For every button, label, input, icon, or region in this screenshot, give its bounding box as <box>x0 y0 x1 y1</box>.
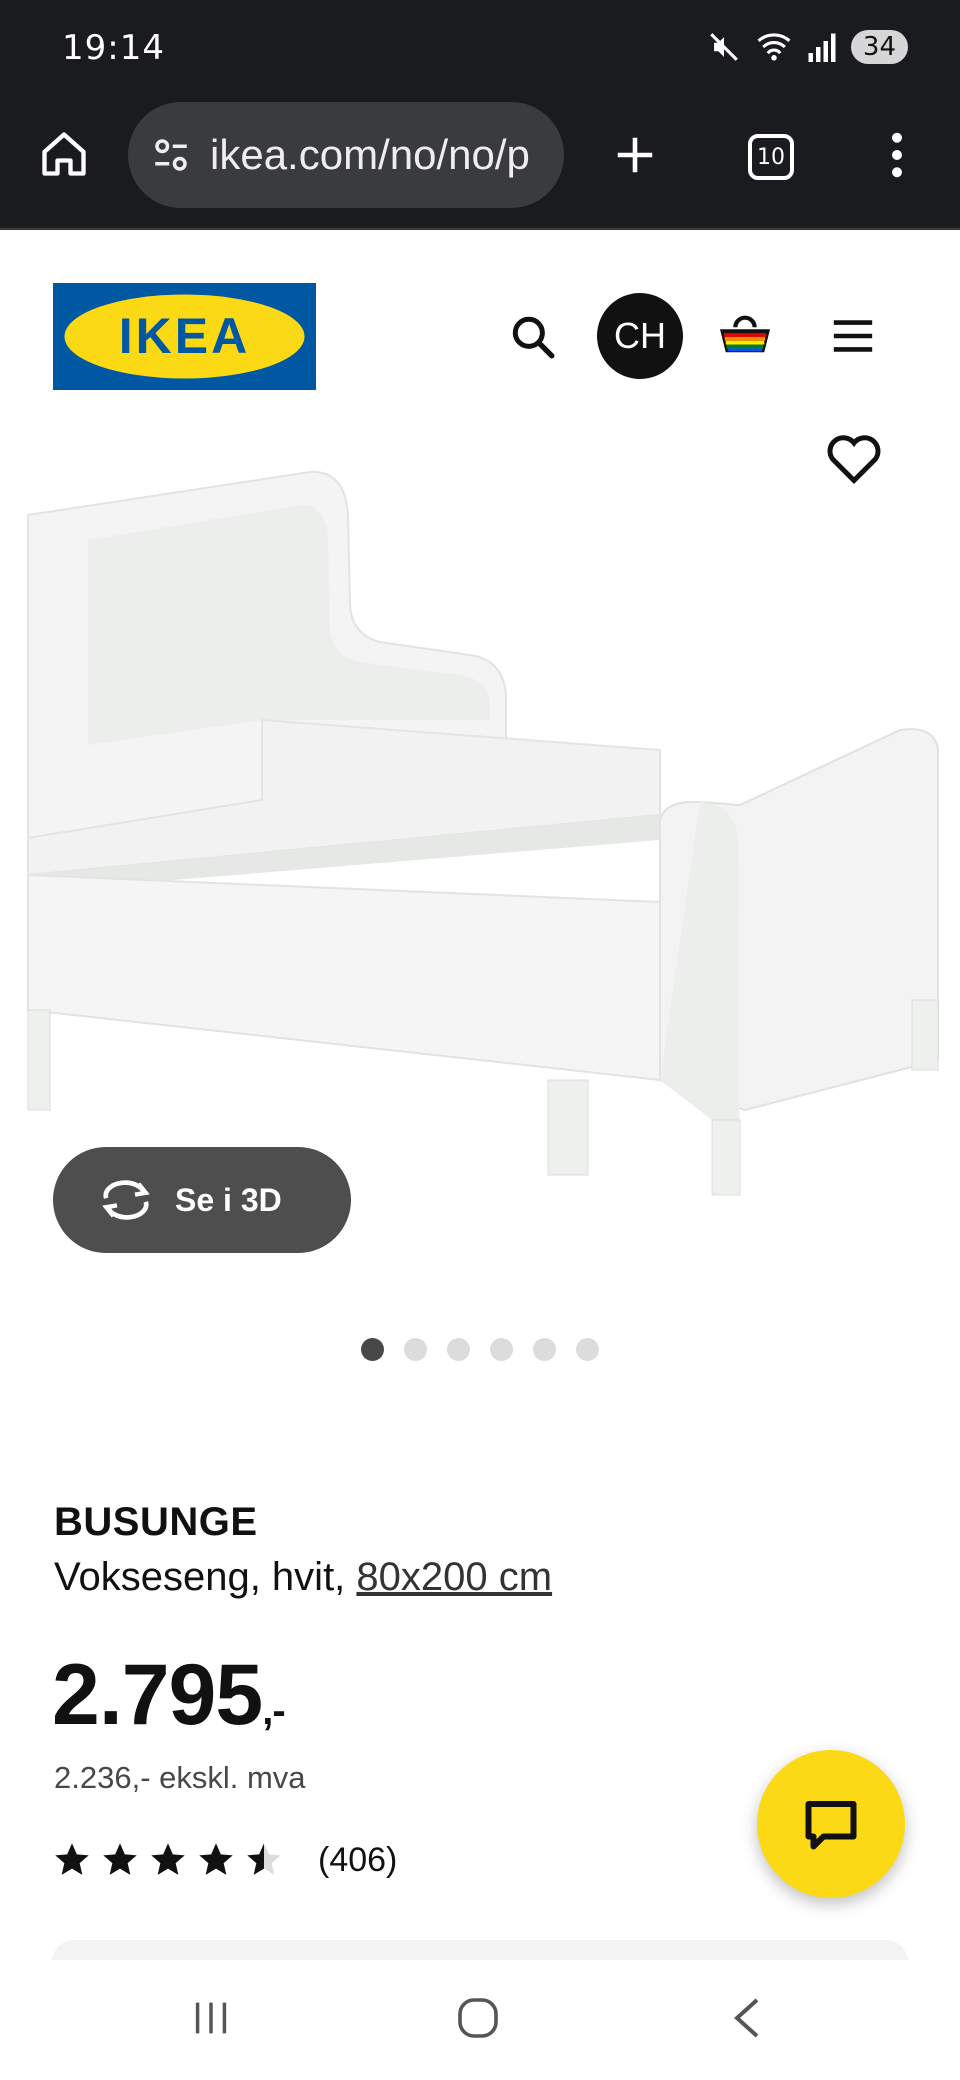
star-icon <box>247 1843 281 1875</box>
tune-icon[interactable] <box>150 134 192 176</box>
star-icon <box>103 1843 137 1875</box>
more-vert-icon[interactable] <box>872 128 922 182</box>
hamburger-icon[interactable] <box>830 316 876 356</box>
system-nav-bar <box>0 1960 960 2080</box>
home-nav-icon[interactable] <box>443 1988 513 2048</box>
status-time: 19:14 <box>62 28 165 68</box>
tab-switcher-button[interactable]: 10 <box>744 130 798 184</box>
plus-icon[interactable] <box>610 130 660 180</box>
url-text: ikea.com/no/no/p <box>210 131 530 178</box>
carousel-dot[interactable] <box>447 1338 470 1361</box>
heart-icon[interactable] <box>824 428 884 488</box>
chat-icon <box>805 1801 857 1850</box>
site-header: IKEA CH <box>0 232 960 412</box>
wifi-icon <box>757 33 791 61</box>
product-name: BUSUNGE <box>54 1500 258 1544</box>
size-link[interactable]: 80x200 cm <box>356 1555 552 1599</box>
basket-icon[interactable] <box>716 310 774 360</box>
mute-icon <box>710 33 738 61</box>
product-description-text: Vokseseng, hvit, <box>54 1555 357 1599</box>
carousel-dot[interactable] <box>533 1338 556 1361</box>
battery-indicator: 34 <box>850 30 908 64</box>
rating[interactable]: (406) <box>52 1840 397 1880</box>
price-suffix: ,- <box>262 1689 285 1733</box>
status-bar: 19:14 34 <box>0 0 960 98</box>
ikea-logo[interactable]: IKEA <box>53 283 316 390</box>
price-excl-vat: 2.236,- ekskl. mva <box>54 1760 306 1795</box>
signal-icon <box>808 33 836 62</box>
back-icon[interactable] <box>712 1988 782 2048</box>
carousel-dot[interactable] <box>490 1338 513 1361</box>
chat-button[interactable] <box>757 1750 905 1898</box>
view-in-3d-button[interactable]: Se i 3D <box>53 1147 351 1253</box>
address-bar[interactable]: ikea.com/no/no/p <box>128 102 564 208</box>
search-icon[interactable] <box>508 312 558 362</box>
rotate-icon <box>102 1180 150 1220</box>
avatar[interactable]: CH <box>597 293 683 379</box>
recent-apps-icon[interactable] <box>176 1988 246 2048</box>
price-value: 2.795 <box>52 1647 263 1743</box>
tab-count: 10 <box>748 134 794 180</box>
carousel-dot[interactable] <box>576 1338 599 1361</box>
product-price: 2.795,- <box>52 1646 286 1745</box>
status-icons: 34 <box>707 30 908 64</box>
star-icon <box>151 1843 185 1875</box>
home-icon[interactable] <box>38 128 90 180</box>
carousel-dots <box>361 1338 599 1361</box>
product-description: Vokseseng, hvit, 80x200 cm <box>54 1555 552 1600</box>
rating-stars <box>52 1840 284 1880</box>
carousel-dot[interactable] <box>361 1338 384 1361</box>
carousel-dot[interactable] <box>404 1338 427 1361</box>
review-count: (406) <box>318 1840 398 1879</box>
view-in-3d-label: Se i 3D <box>175 1181 282 1218</box>
browser-toolbar: ikea.com/no/no/p 10 <box>0 98 960 230</box>
star-icon <box>55 1843 89 1875</box>
product-image[interactable] <box>0 420 960 1210</box>
logo-text: IKEA <box>119 308 250 364</box>
star-icon <box>199 1843 233 1875</box>
